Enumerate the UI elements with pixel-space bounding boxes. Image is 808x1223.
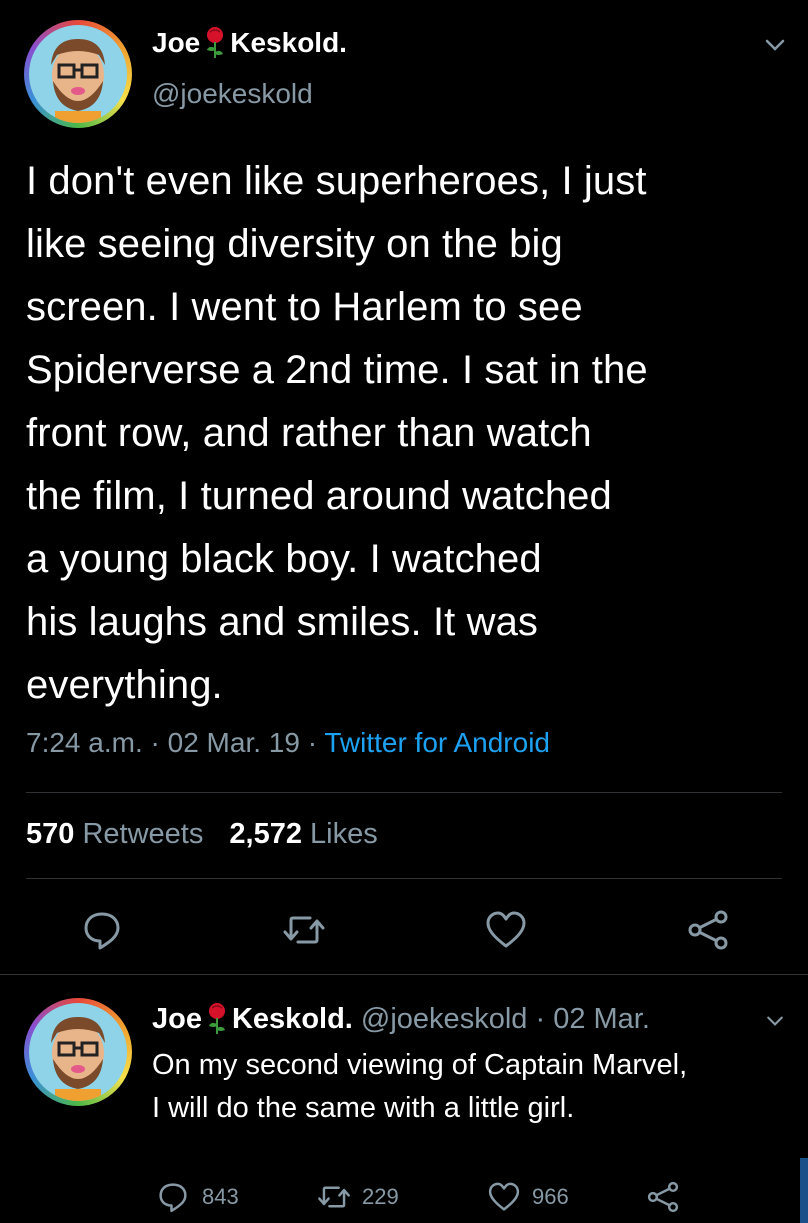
retweets-stat[interactable]: 570 Retweets [26, 818, 203, 850]
rose-emoji-icon [204, 26, 226, 58]
reply-action-retweet[interactable]: 229 [316, 1180, 399, 1214]
avatar-illustration [51, 39, 105, 123]
tweet-line: like seeing diversity on the big [26, 222, 563, 266]
retweet-icon[interactable] [282, 908, 326, 952]
author-name[interactable]: Joe Keskold. [152, 26, 347, 59]
tweet-line: a young black boy. I watched [26, 537, 542, 581]
tweet-source-link[interactable]: Twitter for Android [324, 727, 550, 758]
likes-count: 2,572 [229, 818, 302, 850]
tweet-line: Spiderverse a 2nd time. I sat in the [26, 348, 648, 392]
scrollbar-edge[interactable] [800, 1158, 808, 1223]
reply-icon[interactable] [80, 908, 124, 952]
engagement-counts: 570 Retweets 2,572 Likes [26, 818, 378, 851]
retweet-icon [318, 1186, 350, 1208]
tweet-line: I don't even like superheroes, I just [26, 159, 647, 203]
tweet-date: 02 Mar. 19 [167, 727, 300, 758]
author-handle[interactable]: @joekeskold [152, 78, 313, 110]
rose-emoji-icon [206, 1002, 228, 1034]
author-name-first: Joe [152, 27, 201, 58]
divider [0, 974, 808, 975]
reply-action-reply[interactable]: 843 [156, 1180, 239, 1214]
tweet-line: the film, I turned around watched [26, 474, 612, 518]
retweets-label: Retweets [82, 818, 204, 850]
reply-icon [159, 1183, 187, 1213]
reply-date[interactable]: 02 Mar. [553, 1003, 650, 1035]
meta-separator: · [307, 727, 318, 758]
divider [26, 792, 782, 793]
reply-count: 843 [202, 1184, 239, 1209]
retweet-count: 229 [362, 1184, 399, 1209]
meta-separator: · [150, 727, 160, 758]
chevron-down-icon[interactable] [762, 32, 788, 58]
chevron-down-icon[interactable] [764, 1010, 786, 1032]
heart-icon [488, 1182, 520, 1211]
like-count: 966 [532, 1184, 569, 1209]
author-name-last: Keskold. [231, 1003, 353, 1035]
reply-text: On my second viewing of Captain Marvel, … [152, 1044, 802, 1130]
tweet-time: 7:24 a.m. [26, 727, 143, 758]
tweet-line: everything. [26, 663, 223, 707]
reply-avatar[interactable] [24, 998, 132, 1106]
author-name-first: Joe [152, 1003, 202, 1035]
reply-header: Joe Keskold. @joekeskold · 02 Mar. [152, 1002, 650, 1036]
heart-icon[interactable] [484, 908, 528, 952]
tweet-metadata: 7:24 a.m. · 02 Mar. 19 · Twitter for And… [26, 727, 550, 759]
tweet-line: screen. I went to Harlem to see [26, 285, 583, 329]
retweets-count: 570 [26, 818, 75, 850]
tweet-text: I don't even like superheroes, I just li… [26, 150, 796, 717]
likes-label: Likes [310, 818, 378, 850]
tweet-line: his laughs and smiles. It was [26, 600, 539, 644]
reply-line: I will do the same with a little girl. [152, 1092, 575, 1124]
reply-action-like[interactable]: 966 [486, 1180, 569, 1214]
author-name-last: Keskold. [230, 27, 347, 58]
reply-author-name[interactable]: Joe Keskold. [152, 1003, 353, 1035]
likes-stat[interactable]: 2,572 Likes [229, 818, 377, 850]
meta-separator: · [535, 1003, 546, 1035]
tweet-line: front row, and rather than watch [26, 411, 592, 455]
reply-line: On my second viewing of Captain Marvel, [152, 1049, 688, 1081]
avatar[interactable] [24, 20, 132, 128]
share-icon[interactable] [646, 1180, 680, 1214]
avatar-illustration [51, 1017, 105, 1101]
share-icon[interactable] [686, 908, 730, 952]
divider [26, 878, 782, 879]
reply-handle[interactable]: @joekeskold [361, 1003, 527, 1035]
